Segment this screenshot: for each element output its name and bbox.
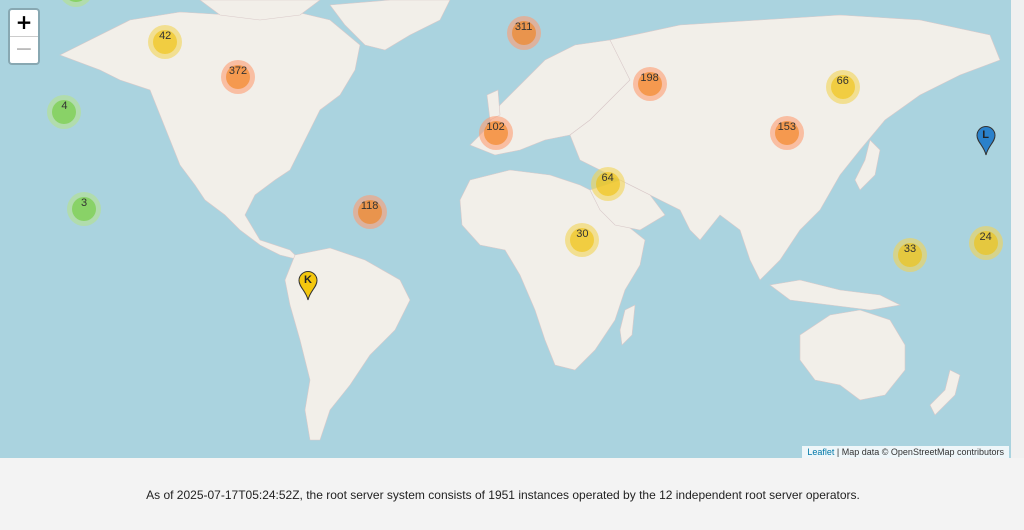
zoom-out-button[interactable]: − xyxy=(10,37,38,63)
map-pin-marker[interactable]: K xyxy=(298,271,318,301)
cluster-count: 311 xyxy=(511,21,536,45)
world-map[interactable]: + − 242372431183111021986430153663324KKL… xyxy=(0,0,1011,458)
footer: As of 2025-07-17T05:24:52Z, the root ser… xyxy=(0,458,1024,530)
north-america-land xyxy=(59,7,361,261)
cluster-count: 2 xyxy=(63,0,88,2)
cluster-count: 198 xyxy=(637,72,662,97)
indonesia-land xyxy=(769,279,901,311)
cluster-count: 153 xyxy=(774,120,799,145)
cluster-count: 372 xyxy=(226,64,250,89)
cluster-count: 42 xyxy=(153,30,178,55)
cluster-count: 66 xyxy=(830,74,855,99)
zoom-control: + − xyxy=(8,8,40,65)
cluster-marker[interactable]: 372 xyxy=(221,59,255,94)
cluster-marker[interactable]: 153 xyxy=(769,115,804,150)
cluster-marker[interactable]: 33 xyxy=(893,238,927,273)
osm-credit: OpenStreetMap xyxy=(890,447,955,457)
cluster-marker[interactable]: 24 xyxy=(968,225,1003,260)
cluster-count: 102 xyxy=(483,120,508,145)
cluster-marker[interactable]: 198 xyxy=(632,67,667,102)
map-tiles xyxy=(59,0,1001,441)
cluster-marker[interactable]: 64 xyxy=(590,166,625,201)
cluster-count: 3 xyxy=(72,197,96,222)
australia-land xyxy=(799,309,906,401)
cluster-marker[interactable]: 102 xyxy=(478,115,513,150)
attribution-contributors: contributors xyxy=(954,447,1004,457)
cluster-marker[interactable]: 311 xyxy=(506,16,541,50)
map-scrollbar[interactable] xyxy=(1011,0,1024,458)
cluster-marker[interactable]: 66 xyxy=(825,69,860,104)
cluster-count: 64 xyxy=(595,171,620,196)
attribution-separator: | Map data © xyxy=(834,447,891,457)
map-attribution: Leaflet | Map data © OpenStreetMap contr… xyxy=(802,446,1009,458)
cluster-marker[interactable]: 118 xyxy=(352,194,387,229)
cluster-count: 4 xyxy=(52,100,77,125)
leaflet-link[interactable]: Leaflet xyxy=(807,447,834,457)
pin-label: K xyxy=(304,274,312,287)
cluster-count: 24 xyxy=(973,230,998,255)
cluster-count: 33 xyxy=(898,243,922,268)
map-pin-marker[interactable]: L xyxy=(976,125,996,156)
zoom-in-button[interactable]: + xyxy=(10,10,38,37)
cluster-count: 30 xyxy=(570,227,595,252)
pin-label: L xyxy=(982,128,989,141)
new-zealand-land xyxy=(929,369,961,416)
cluster-count: 118 xyxy=(357,199,382,224)
instance-summary-text: As of 2025-07-17T05:24:52Z, the root ser… xyxy=(146,488,860,502)
madagascar-land xyxy=(619,304,636,346)
